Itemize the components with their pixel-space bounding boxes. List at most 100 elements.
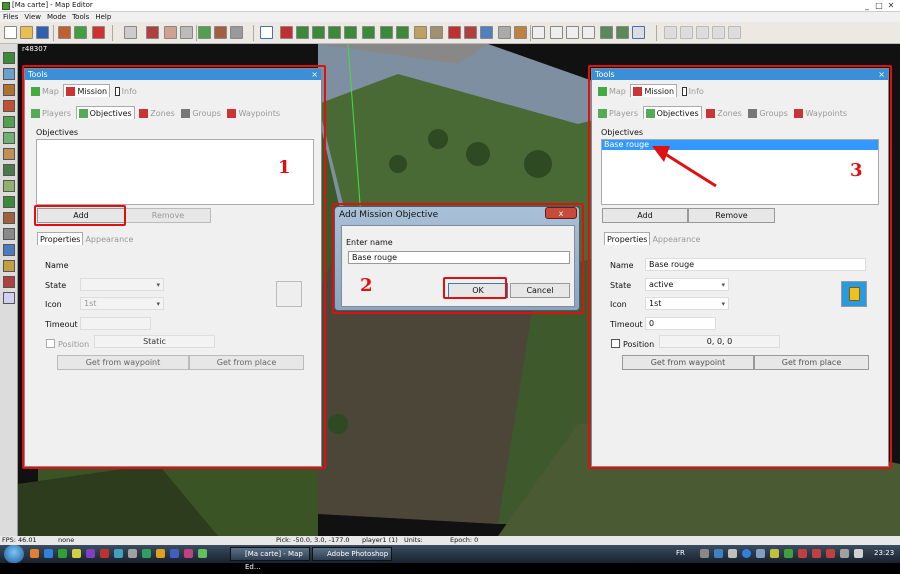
tray-icon[interactable]	[756, 549, 765, 558]
list-icon[interactable]	[550, 26, 563, 39]
language-indicator[interactable]: FR	[676, 549, 685, 557]
pick-readout: Pick: -50.0, 3.0, -177.0	[276, 536, 350, 544]
fence-icon[interactable]	[396, 26, 409, 39]
eraser-icon[interactable]	[180, 26, 193, 39]
forest-icon[interactable]	[312, 26, 325, 39]
river-tool-icon[interactable]	[3, 244, 15, 256]
distribute-icon[interactable]	[712, 26, 725, 39]
tools-icon[interactable]	[632, 26, 645, 39]
rock-tool-icon[interactable]	[3, 228, 15, 240]
flag-icon[interactable]	[92, 26, 105, 39]
quicklaunch-icon[interactable]	[72, 549, 81, 558]
sky-tool-icon[interactable]	[3, 292, 15, 304]
forest-tool-icon[interactable]	[3, 164, 15, 176]
dirt-tool-icon[interactable]	[3, 212, 15, 224]
properties-icon[interactable]	[582, 26, 595, 39]
close-window-button[interactable]: ✕	[886, 1, 896, 10]
quicklaunch-icon[interactable]	[44, 549, 53, 558]
tray-icon[interactable]	[728, 549, 737, 558]
distribute-v-icon[interactable]	[728, 26, 741, 39]
tray-icon[interactable]	[826, 549, 835, 558]
building-icon[interactable]	[344, 26, 357, 39]
menu-view[interactable]: View	[21, 12, 44, 22]
quicklaunch-icon[interactable]	[114, 549, 123, 558]
clock[interactable]: 23:23	[874, 549, 894, 557]
quicklaunch-icon[interactable]	[156, 549, 165, 558]
network-icon[interactable]	[840, 549, 849, 558]
maximize-button[interactable]: □	[874, 1, 884, 10]
object-tool-icon[interactable]	[3, 276, 15, 288]
document-icon[interactable]	[532, 26, 545, 39]
brush-icon[interactable]	[164, 26, 177, 39]
terrain-tool-icon[interactable]	[3, 52, 15, 64]
quicklaunch-icon[interactable]	[142, 549, 151, 558]
tray-icon[interactable]	[770, 549, 779, 558]
taskbar-item-map-editor[interactable]: [Ma carte] - Map Ed...	[230, 547, 310, 571]
script-icon[interactable]	[514, 26, 527, 39]
road-icon[interactable]	[362, 26, 375, 39]
open-folder-icon[interactable]	[20, 26, 33, 39]
save-icon[interactable]	[36, 26, 49, 39]
select-arrow-icon[interactable]	[260, 26, 273, 39]
marker-icon[interactable]	[448, 26, 461, 39]
waypoint-icon[interactable]	[480, 26, 493, 39]
menu-mode[interactable]: Mode	[44, 12, 69, 22]
quicklaunch-icon[interactable]	[198, 549, 207, 558]
annotation-number-3: 3	[850, 160, 863, 181]
quicklaunch-icon[interactable]	[170, 549, 179, 558]
volume-icon[interactable]	[854, 549, 863, 558]
object-icon[interactable]	[414, 26, 427, 39]
tray-icon[interactable]	[798, 549, 807, 558]
start-button[interactable]	[4, 545, 24, 563]
landscape-icon[interactable]	[616, 26, 629, 39]
align-icon[interactable]	[664, 26, 677, 39]
tray-icon[interactable]	[700, 549, 709, 558]
quicklaunch-icon[interactable]	[86, 549, 95, 558]
house-tool-icon[interactable]	[3, 84, 15, 96]
tool-icon[interactable]	[58, 26, 71, 39]
quicklaunch-icon[interactable]	[128, 549, 137, 558]
grass-tool-icon[interactable]	[3, 116, 15, 128]
media-pause-icon[interactable]	[742, 549, 751, 558]
unit-icon[interactable]	[280, 26, 293, 39]
new-file-icon[interactable]	[4, 26, 17, 39]
tray-icon[interactable]	[714, 549, 723, 558]
road-tool-icon[interactable]	[3, 260, 15, 272]
tray-icon[interactable]	[812, 549, 821, 558]
page-icon[interactable]	[566, 26, 579, 39]
annotation-number-1: 1	[278, 157, 291, 178]
tree-icon[interactable]	[328, 26, 341, 39]
zone-icon[interactable]	[464, 26, 477, 39]
menu-tools[interactable]: Tools	[69, 12, 92, 22]
align-right-icon[interactable]	[696, 26, 709, 39]
terrain-icon[interactable]	[74, 26, 87, 39]
rock-icon[interactable]	[430, 26, 443, 39]
tray-icon[interactable]	[784, 549, 793, 558]
building-tool-icon[interactable]	[3, 100, 15, 112]
edit-icon[interactable]	[146, 26, 159, 39]
quicklaunch-icon[interactable]	[184, 549, 193, 558]
minimize-button[interactable]: _	[862, 1, 872, 10]
grid-icon[interactable]	[230, 26, 243, 39]
undo-icon[interactable]	[124, 26, 137, 39]
quicklaunch-icon[interactable]	[30, 549, 39, 558]
menu-files[interactable]: Files	[0, 12, 21, 22]
annotation-box-right-panel	[588, 65, 892, 469]
sand-tool-icon[interactable]	[3, 148, 15, 160]
field-tool-icon[interactable]	[3, 180, 15, 192]
menu-help[interactable]: Help	[92, 12, 114, 22]
align-center-icon[interactable]	[680, 26, 693, 39]
bridge-icon[interactable]	[380, 26, 393, 39]
camera-icon[interactable]	[498, 26, 511, 39]
water-tool-icon[interactable]	[3, 68, 15, 80]
grass-icon[interactable]	[198, 26, 211, 39]
taskbar-item-photoshop[interactable]: Adobe Photoshop	[312, 547, 392, 561]
texture-icon[interactable]	[214, 26, 227, 39]
quicklaunch-icon[interactable]	[58, 549, 67, 558]
vehicle-icon[interactable]	[296, 26, 309, 39]
bush-tool-icon[interactable]	[3, 196, 15, 208]
annotation-box-ok-button	[443, 277, 507, 299]
grid-tool-icon[interactable]	[3, 132, 15, 144]
palm-icon[interactable]	[600, 26, 613, 39]
quicklaunch-icon[interactable]	[100, 549, 109, 558]
